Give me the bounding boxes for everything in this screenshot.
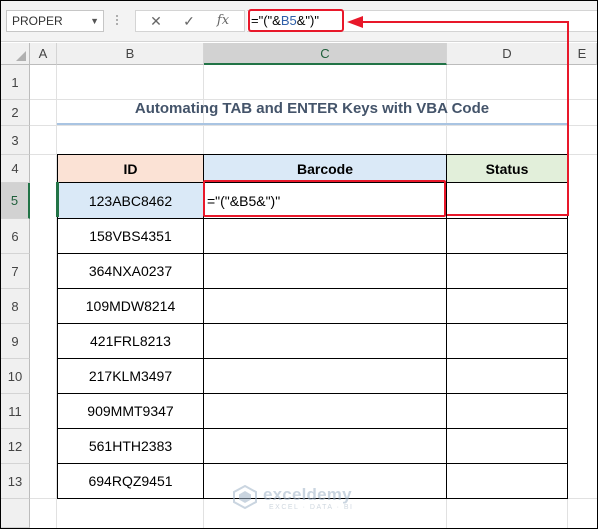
arrow-head [347, 16, 363, 28]
watermark-tagline: EXCEL · DATA · BI [269, 504, 354, 511]
exceldemy-watermark: exceldemy EXCEL · DATA · BI [229, 483, 379, 519]
watermark-name: exceldemy [263, 485, 352, 504]
annotation-arrow [347, 16, 569, 216]
excel-window: PROPER ▼ ✕ ✓ fx ="("&B5&")" A B C D E 1 … [0, 0, 598, 529]
arrow-line [361, 21, 569, 216]
exceldemy-logo-icon [233, 485, 257, 509]
